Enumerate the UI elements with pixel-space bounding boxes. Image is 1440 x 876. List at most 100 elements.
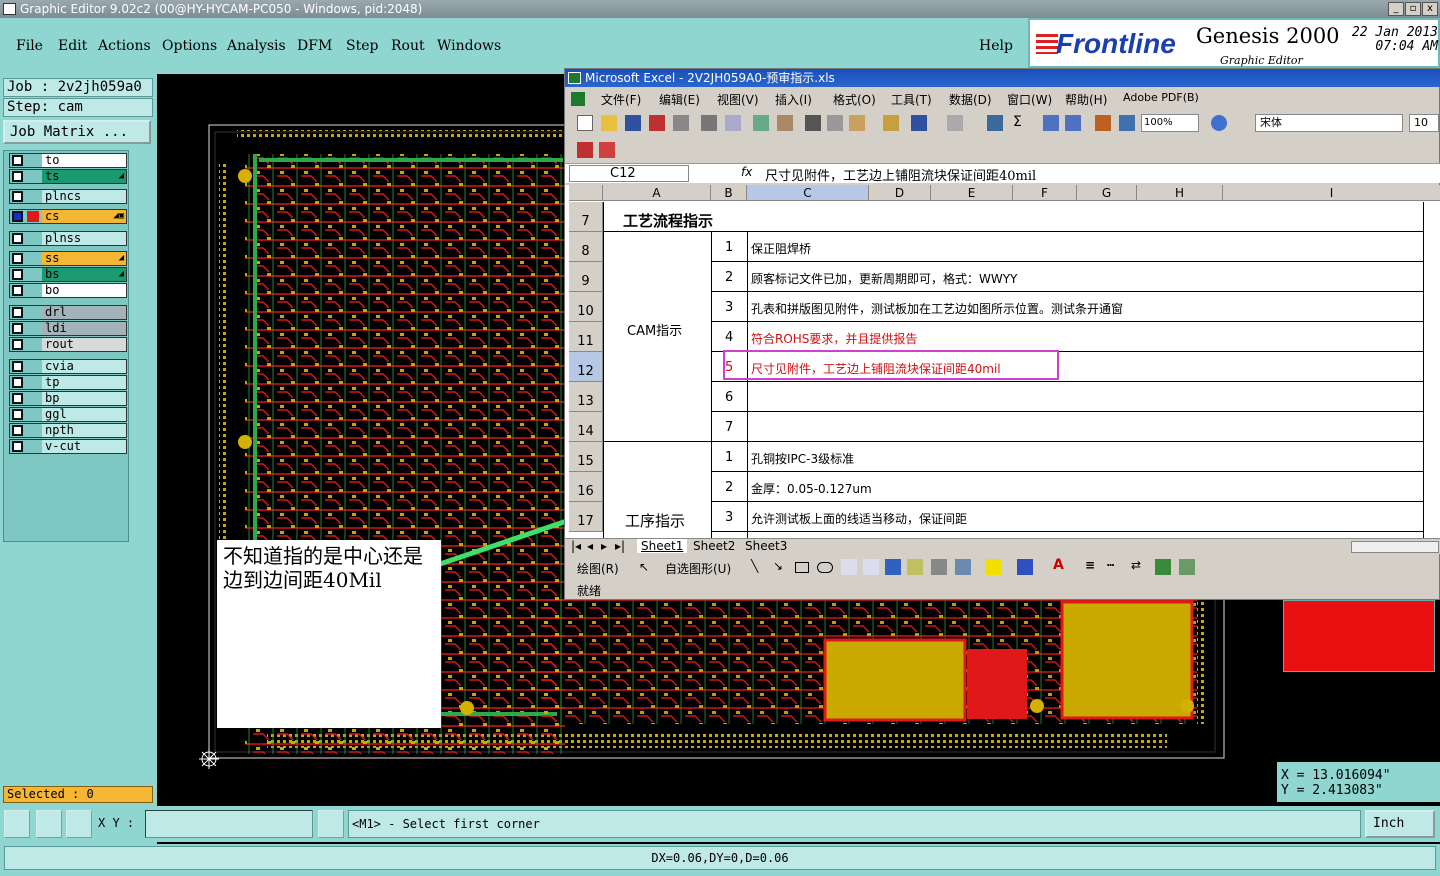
row-header[interactable]: 17 [569, 502, 603, 532]
autosum-icon[interactable]: Σ [1013, 114, 1022, 130]
redo-icon[interactable] [947, 115, 963, 131]
cell-instruction[interactable]: 孔铜按IPC-3级标准 [751, 450, 854, 467]
select-objects-icon[interactable]: ↖ [639, 560, 649, 574]
row-header[interactable]: 7 [569, 202, 603, 232]
col-header-i[interactable]: I [1223, 185, 1440, 201]
tab-scroll-prev-icon[interactable]: ◂ [587, 539, 593, 553]
font-size-select[interactable]: 10 [1409, 114, 1439, 132]
col-header-c[interactable]: C [747, 185, 869, 201]
diagram-icon[interactable] [907, 559, 923, 575]
arrow-icon[interactable]: ↘ [773, 559, 783, 573]
3d-icon[interactable] [1179, 559, 1195, 575]
row-header[interactable]: 13 [569, 382, 603, 412]
arrow-style-icon[interactable]: ⇄ [1131, 558, 1141, 572]
cell-index[interactable]: 7 [725, 420, 733, 435]
drawing-icon[interactable] [1119, 115, 1135, 131]
cell-instruction[interactable]: 孔表和拼版图见附件，测试板加在工艺边如图所示位置。测试条开通窗 [751, 300, 1123, 317]
row-header[interactable]: 12 [569, 352, 603, 382]
format-painter-icon[interactable] [883, 115, 899, 131]
cell-instruction[interactable]: 符合ROHS要求，并且提供报告 [751, 330, 917, 347]
tab-scroll-last-icon[interactable]: ▸| [615, 539, 625, 553]
email-icon[interactable] [673, 115, 689, 131]
research-icon[interactable] [777, 115, 793, 131]
col-header-f[interactable]: F [1013, 185, 1077, 201]
cell-section[interactable]: 工艺流程指示 [623, 210, 713, 231]
dash-style-icon[interactable]: ┅ [1107, 558, 1114, 572]
sort-descending-icon[interactable] [1065, 115, 1081, 131]
row-header[interactable]: 16 [569, 472, 603, 502]
info-icon[interactable] [318, 810, 344, 838]
row-header[interactable]: 9 [569, 262, 603, 292]
cell-index[interactable]: 1 [725, 450, 733, 465]
unit-button[interactable]: Inch [1365, 810, 1435, 838]
col-header-e[interactable]: E [931, 185, 1013, 201]
cell-index[interactable]: 2 [725, 270, 733, 285]
excel-title-bar[interactable]: Microsoft Excel - 2V2JH059A0-预审指示.xls [565, 69, 1440, 87]
textbox-icon[interactable] [841, 559, 857, 575]
excel-menu-edit[interactable]: 编辑(E) [659, 91, 700, 108]
oval-icon[interactable] [817, 562, 833, 573]
excel-menu-view[interactable]: 视图(V) [717, 91, 759, 108]
convert-and-email-icon[interactable] [599, 142, 615, 158]
row-header[interactable]: 10 [569, 292, 603, 322]
name-box[interactable]: C12 [569, 165, 689, 182]
rectangle-icon[interactable] [795, 562, 809, 573]
excel-menu-tools[interactable]: 工具(T) [891, 91, 932, 108]
col-header-h[interactable]: H [1137, 185, 1223, 201]
fx-icon[interactable]: fx [741, 165, 752, 179]
draw-menu[interactable]: 绘图(R) [577, 560, 619, 577]
excel-menu-window[interactable]: 窗口(W) [1007, 91, 1052, 108]
hyperlink-icon[interactable] [987, 115, 1003, 131]
chart-wizard-icon[interactable] [1095, 115, 1111, 131]
excel-menu-insert[interactable]: 插入(I) [775, 91, 812, 108]
autoshapes-menu[interactable]: 自选图形(U) [665, 560, 731, 577]
permission-icon[interactable] [649, 115, 665, 131]
excel-menu-help[interactable]: 帮助(H) [1065, 91, 1107, 108]
row-header[interactable]: 8 [569, 232, 603, 262]
cell-index[interactable]: 2 [725, 480, 733, 495]
paste-icon[interactable] [849, 115, 865, 131]
cut-icon[interactable] [805, 115, 821, 131]
cell-index[interactable]: 6 [725, 390, 733, 405]
excel-menu-file[interactable]: 文件(F) [601, 91, 641, 108]
copy-icon[interactable] [827, 115, 843, 131]
font-color-icon[interactable]: A [1053, 557, 1064, 573]
formula-input[interactable]: 尺寸见附件，工艺边上铺阻流块保证间距40mil [765, 165, 1036, 184]
col-header-a[interactable]: A [603, 185, 711, 201]
undo-icon[interactable] [911, 115, 927, 131]
convert-to-pdf-icon[interactable] [577, 142, 593, 158]
cell-instruction[interactable]: 允许测试板上面的线适当移动，保证间距 [751, 510, 967, 527]
row-header[interactable]: 14 [569, 412, 603, 442]
snap-grid-icon[interactable] [66, 810, 92, 838]
zoom-window-icon[interactable] [4, 810, 30, 838]
vertical-textbox-icon[interactable] [863, 559, 879, 575]
cell-instruction[interactable]: 顾客标记文件已加，更新周期即可，格式：WWYY [751, 270, 1017, 287]
save-icon[interactable] [625, 115, 641, 131]
font-select[interactable]: 宋体 [1255, 114, 1403, 132]
excel-menu-format[interactable]: 格式(O) [833, 91, 876, 108]
line-style-icon[interactable]: ≡ [1085, 558, 1095, 572]
cell-index[interactable]: 3 [725, 300, 733, 315]
cell-index[interactable]: 1 [725, 240, 733, 255]
cell-instruction[interactable]: 保正阻焊桥 [751, 240, 811, 257]
line-color-icon[interactable] [1017, 559, 1033, 575]
tab-scroll-next-icon[interactable]: ▸ [601, 539, 607, 553]
print-preview-icon[interactable] [725, 115, 741, 131]
row-header[interactable]: 15 [569, 442, 603, 472]
tab-sheet3[interactable]: Sheet3 [741, 539, 791, 553]
col-header-b[interactable]: B [711, 185, 747, 201]
picture-icon[interactable] [955, 559, 971, 575]
clipart-icon[interactable] [931, 559, 947, 575]
line-icon[interactable]: ╲ [751, 559, 758, 573]
cell-section[interactable]: 工序指示 [625, 510, 685, 531]
sort-ascending-icon[interactable] [1043, 115, 1059, 131]
col-header-g[interactable]: G [1077, 185, 1137, 201]
cell-index[interactable]: 4 [725, 330, 733, 345]
excel-window[interactable]: Microsoft Excel - 2V2JH059A0-预审指示.xls 文件… [564, 68, 1440, 600]
row-header[interactable]: 11 [569, 322, 603, 352]
measure-icon[interactable] [36, 810, 62, 838]
excel-doc-icon[interactable] [571, 92, 585, 106]
spreadsheet-grid[interactable]: A B C D E F G H I 7 工艺流程指示 8 1 保正阻焊桥 9 2 顾客标记文件… [565, 185, 1440, 538]
spelling-icon[interactable] [753, 115, 769, 131]
cell-instruction[interactable]: 金厚：0.05-0.127um [751, 480, 872, 497]
